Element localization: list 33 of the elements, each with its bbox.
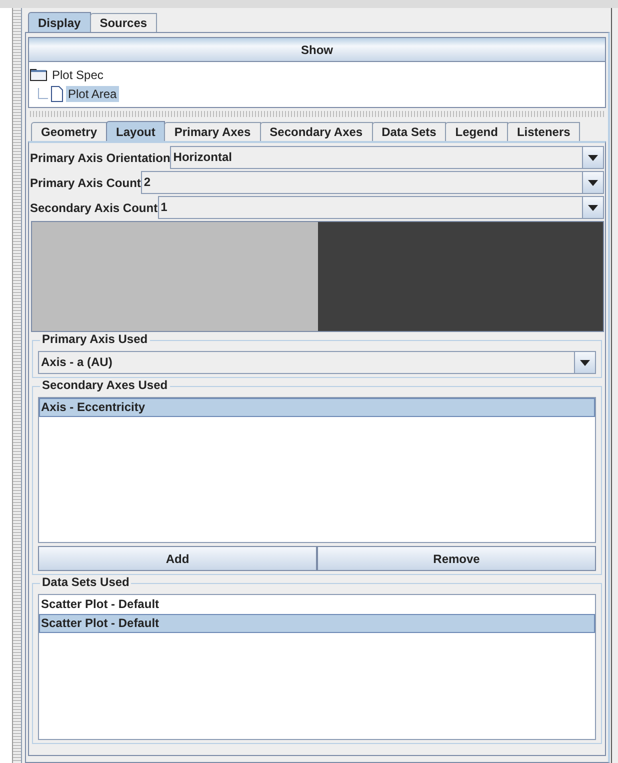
field-label: Primary Axis Orientation: [30, 150, 170, 164]
tab[interactable]: Secondary Axes: [260, 122, 373, 141]
group-title: Primary Axis Used: [40, 332, 150, 347]
tab[interactable]: Layout: [106, 121, 166, 141]
tab[interactable]: Legend: [445, 122, 508, 141]
list-action-button[interactable]: Add: [38, 546, 317, 571]
tree-line: [38, 88, 48, 100]
list-item[interactable]: Axis - Eccentricity: [39, 398, 595, 417]
dropdown[interactable]: 2: [140, 171, 604, 194]
list-action-button[interactable]: Remove: [317, 546, 596, 571]
field-label: Secondary Axis Count: [30, 200, 158, 214]
file-icon: [51, 86, 63, 102]
dropdown-arrow-icon: [588, 154, 598, 160]
dropdown[interactable]: Horizontal: [170, 146, 604, 169]
tree-item[interactable]: Plot Area: [66, 86, 119, 102]
tree-item[interactable]: Plot Spec: [50, 66, 106, 82]
dropdown-arrow-icon: [580, 360, 590, 366]
splitter-handle[interactable]: [13, 8, 22, 763]
list-item[interactable]: Scatter Plot - Default: [39, 614, 595, 633]
dropdown[interactable]: 1: [158, 196, 604, 219]
tab[interactable]: Display: [28, 12, 91, 32]
folder-icon: [30, 68, 47, 81]
dropdown-arrow-icon: [588, 180, 598, 186]
show-header-button[interactable]: Show: [29, 38, 605, 62]
tab[interactable]: Listeners: [506, 122, 580, 141]
tab[interactable]: Sources: [90, 13, 158, 32]
dropdown-arrow-icon: [588, 204, 598, 210]
list-item[interactable]: Scatter Plot - Default: [39, 595, 595, 614]
field-label: Primary Axis Count: [30, 176, 141, 190]
tab[interactable]: Geometry: [31, 122, 108, 141]
group-title: Secondary Axes Used: [40, 378, 170, 393]
dropdown[interactable]: Axis - a (AU): [38, 351, 596, 374]
tab[interactable]: Primary Axes: [164, 122, 261, 141]
